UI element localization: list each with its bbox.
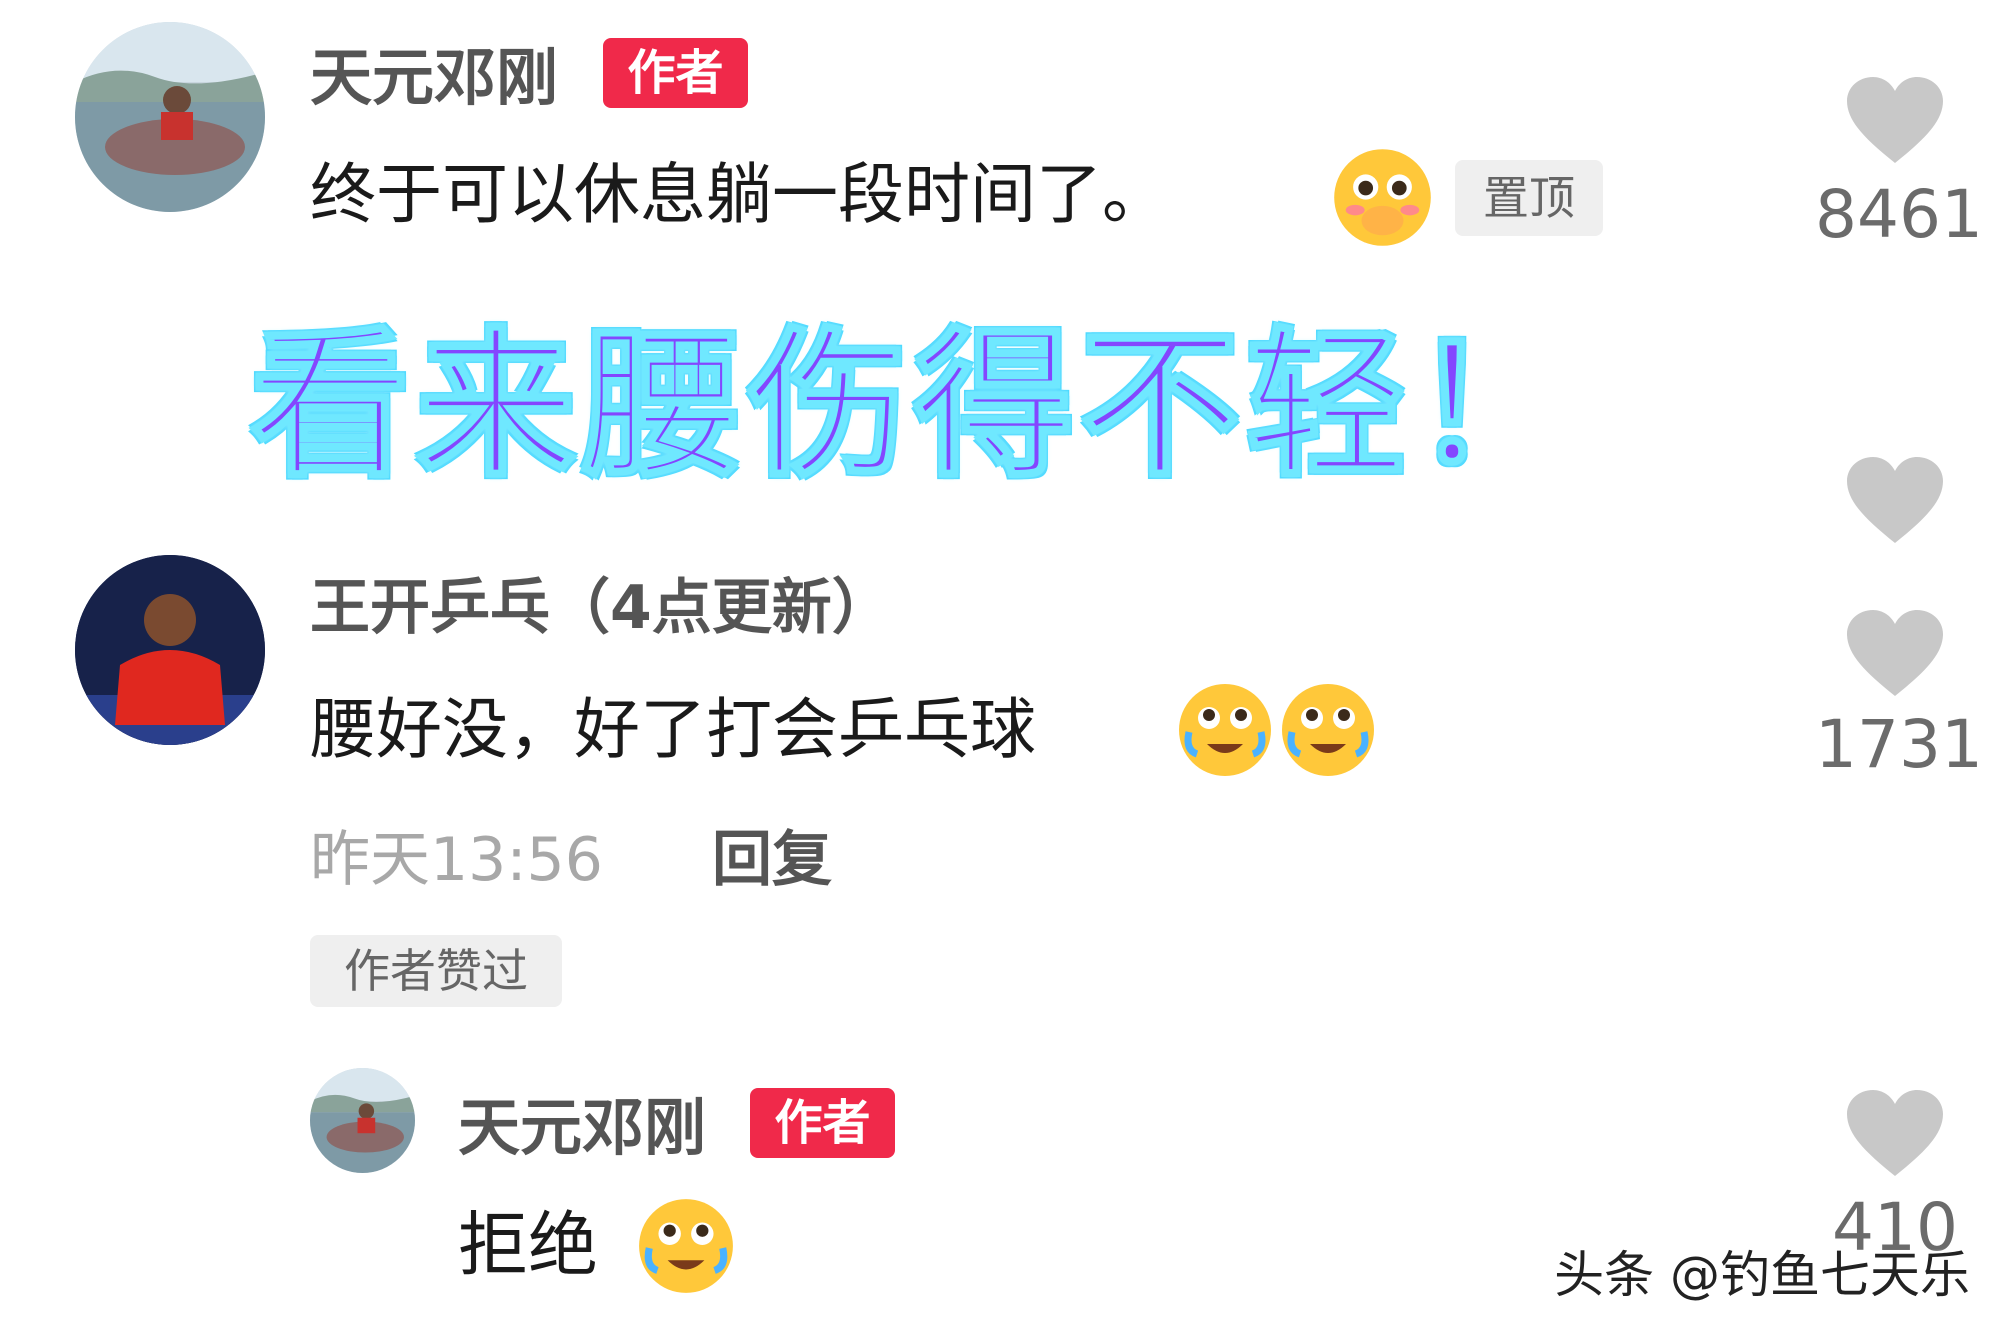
avatar-tianyuan-denggang[interactable] bbox=[75, 22, 265, 212]
watermark: 头条 @钓鱼七天乐 bbox=[1554, 1246, 1970, 1304]
avatar-wangkai-pingpang[interactable] bbox=[75, 555, 265, 745]
pinned-tag: 置顶 bbox=[1455, 160, 1603, 236]
comment-3-text: 拒绝 bbox=[458, 1204, 598, 1286]
heart-icon bbox=[1847, 1090, 1943, 1176]
reply-button[interactable]: 回复 bbox=[712, 820, 832, 900]
comment-2-username[interactable]: 王开乒乓（4点更新） bbox=[310, 568, 892, 648]
liked-by-author-tag: 作者赞过 bbox=[310, 935, 562, 1007]
author-badge: 作者 bbox=[603, 38, 748, 108]
like-button-comment-1[interactable] bbox=[1845, 75, 1945, 167]
overlay-caption: 看来腰伤得不轻！ bbox=[248, 310, 1579, 501]
comment-1-text: 终于可以休息躺一段时间了。 bbox=[310, 156, 1168, 233]
heart-icon bbox=[1847, 610, 1943, 696]
like-button-comment-2[interactable] bbox=[1845, 608, 1945, 700]
avatar-tianyuan-denggang[interactable] bbox=[310, 1068, 415, 1173]
author-badge: 作者 bbox=[750, 1088, 895, 1158]
avatar-image bbox=[75, 22, 265, 212]
like-count-comment-2: 1731 bbox=[1815, 706, 1983, 783]
crying-laugh-emoji-icon bbox=[1278, 680, 1378, 780]
avatar-image bbox=[75, 555, 265, 745]
heart-icon bbox=[1847, 457, 1943, 543]
avatar-image bbox=[310, 1068, 415, 1173]
crying-laugh-emoji-icon bbox=[1175, 680, 1275, 780]
heart-icon bbox=[1847, 77, 1943, 163]
comment-3-username[interactable]: 天元邓刚 bbox=[458, 1088, 706, 1168]
crying-laugh-emoji-icon bbox=[635, 1195, 737, 1297]
comment-2-text: 腰好没，好了打会乒乓球 bbox=[310, 691, 1036, 768]
like-count-comment-1: 8461 bbox=[1815, 176, 1983, 253]
comment-1-username[interactable]: 天元邓刚 bbox=[310, 38, 558, 118]
like-button-comment-3[interactable] bbox=[1845, 1088, 1945, 1180]
blush-emoji-icon bbox=[1330, 145, 1435, 250]
like-button-extra[interactable] bbox=[1845, 455, 1945, 547]
timestamp: 昨天13:56 bbox=[310, 825, 603, 895]
